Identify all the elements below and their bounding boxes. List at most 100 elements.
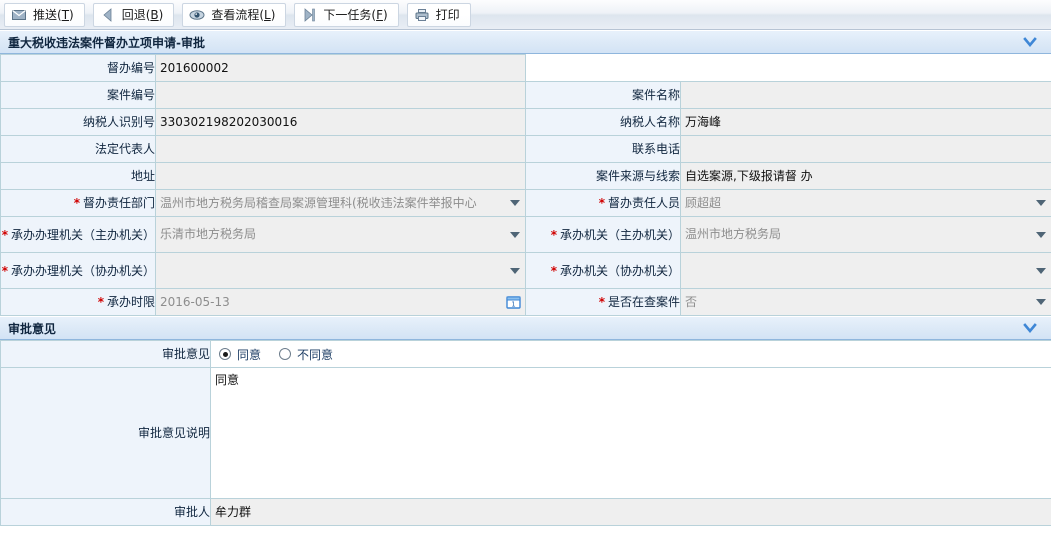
case-name-input[interactable] [681,82,1051,108]
required-marker: * [1,227,8,242]
chevron-down-icon[interactable] [1036,299,1046,305]
under-investigation-cell [680,288,1051,316]
chevron-down-icon[interactable] [1036,200,1046,206]
taxpayer-name-cell [680,108,1051,136]
chevron-down-icon[interactable] [1036,231,1046,238]
taxpayer-name-input[interactable] [681,109,1051,135]
legal-rep-label: 法定代表人 [0,135,156,163]
legal-rep-cell [155,135,526,163]
org-main-select[interactable] [681,222,1051,247]
push-button[interactable]: 推送(T) [4,2,85,27]
radio-dot-icon [219,348,231,360]
handling-org-assist-label: * 承办办理机关（协办机关） [0,252,156,289]
approval-comment-textarea[interactable]: 同意 [211,368,1051,498]
spacer-label [525,54,681,82]
resp-person-cell [680,189,1051,217]
required-marker: * [97,295,104,309]
case-no-input[interactable] [156,82,525,108]
required-marker: * [598,295,605,309]
approval-comment-label: 审批意见说明 [0,367,211,499]
contact-phone-input[interactable] [681,136,1051,162]
case-source-input[interactable] [681,163,1051,189]
taxpayer-id-label: 纳税人识别号 [0,108,156,136]
toolbar: 推送(T) 回退(B) 查看流程(L) 下一任务(F) 打印 [0,0,1051,30]
resp-dept-label: * 督办责任部门 [0,189,156,217]
address-input[interactable] [156,163,525,189]
deadline-label: * 承办时限 [0,288,156,316]
org-main-cell [680,216,1051,253]
supervision-no-cell [155,54,526,82]
required-marker: * [1,263,8,278]
handling-org-main-select[interactable] [156,222,525,247]
radio-agree[interactable]: 同意 [219,346,261,363]
calendar-icon[interactable]: 1 [506,295,521,310]
taxpayer-id-cell [155,108,526,136]
table-row: 审批意见 同意 不同意 [0,340,1051,368]
table-row: *承办时限 1 *是否在查案件 [0,288,1051,316]
resp-person-select[interactable] [681,190,1051,216]
main-form-table: 督办编号 案件编号 案件名称 纳税人识别号 纳税人名称 法定代表人 联系电话 [0,54,1051,316]
deadline-input[interactable] [156,289,525,315]
handling-org-main-label: * 承办办理机关（主办机关） [0,216,156,253]
rollback-button-label: 回退(B) [121,8,164,22]
chevron-down-icon[interactable] [1023,323,1037,334]
table-row: *督办责任部门 *督办责任人员 [0,189,1051,217]
supervision-no-input[interactable] [156,55,525,81]
table-row: 案件编号 案件名称 [0,81,1051,109]
resp-dept-select[interactable] [156,190,525,216]
table-row: 审批意见说明 同意 [0,367,1051,499]
radio-disagree[interactable]: 不同意 [279,346,333,363]
section-title-approval: 审批意见 [8,321,57,336]
approval-comment-cell: 同意 [210,367,1051,499]
triangle-left-icon [100,7,116,23]
rollback-button[interactable]: 回退(B) [92,2,175,27]
taxpayer-id-input[interactable] [156,109,525,135]
section-header-approval[interactable]: 审批意见 [0,316,1051,340]
next-task-button-label: 下一任务(F) [323,8,388,22]
table-row: 审批人 [0,498,1051,526]
next-task-button[interactable]: 下一任务(F) [294,2,399,27]
chevron-down-icon[interactable] [510,200,520,206]
case-name-cell [680,81,1051,109]
table-row: *承办办理机关（主办机关） *承办机关（主办机关） [0,216,1051,253]
contact-phone-cell [680,135,1051,163]
required-marker: * [550,263,557,278]
approver-label: 审批人 [0,498,211,526]
chevron-down-icon[interactable] [510,267,520,274]
table-row: 地址 案件来源与线索 [0,162,1051,190]
deadline-cell: 1 [155,288,526,316]
taxpayer-name-label: 纳税人名称 [525,108,681,136]
approval-opinion-label: 审批意见 [0,340,211,368]
handling-org-assist-select[interactable] [156,258,525,283]
required-marker: * [598,196,605,210]
approver-input[interactable] [211,499,1051,525]
resp-dept-cell [155,189,526,217]
handling-org-main-cell [155,216,526,253]
chevron-down-icon[interactable] [1023,37,1037,48]
case-no-cell [155,81,526,109]
supervision-no-label: 督办编号 [0,54,156,82]
org-assist-cell [680,252,1051,289]
push-button-label: 推送(T) [33,8,74,22]
print-button[interactable]: 打印 [406,2,471,27]
radio-agree-label: 同意 [237,347,262,362]
org-assist-select[interactable] [681,258,1051,283]
chevron-down-icon[interactable] [510,231,520,238]
under-investigation-select[interactable] [681,289,1051,315]
print-button-label: 打印 [435,8,460,22]
section-header-main[interactable]: 重大税收违法案件督办立项申请-审批 [0,30,1051,54]
chevron-down-icon[interactable] [1036,267,1046,274]
table-row: 法定代表人 联系电话 [0,135,1051,163]
org-assist-label: * 承办机关（协办机关） [525,252,681,289]
org-main-label: * 承办机关（主办机关） [525,216,681,253]
radio-disagree-label: 不同意 [297,347,334,362]
view-flow-button[interactable]: 查看流程(L) [182,2,287,27]
case-no-label: 案件编号 [0,81,156,109]
section-title-main: 重大税收违法案件督办立项申请-审批 [8,35,205,50]
legal-rep-input[interactable] [156,136,525,162]
required-marker: * [550,227,557,242]
spacer-cell [680,54,1051,82]
case-source-label: 案件来源与线索 [525,162,681,190]
contact-phone-label: 联系电话 [525,135,681,163]
case-name-label: 案件名称 [525,81,681,109]
